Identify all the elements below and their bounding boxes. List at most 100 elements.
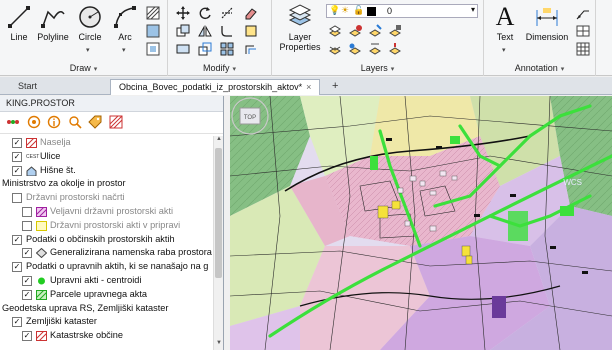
modify-panel-title[interactable]: Modify ▾ [168, 63, 271, 73]
tree-label: Ulice [40, 150, 61, 161]
tree-group-gurs[interactable]: Geodetska uprava RS, Zemljiški kataster [0, 302, 214, 316]
circle-tool-button[interactable]: Circle [74, 4, 106, 42]
text-label: Text [496, 32, 514, 42]
layers-toggle-icon[interactable] [6, 115, 20, 129]
ribbon: Line Polyline Circle ▾ Arc ▾ Draw ▾ Modi… [0, 0, 612, 76]
layer-tool-icon-4[interactable] [388, 24, 402, 38]
scroll-down-arrow[interactable]: ▼ [214, 340, 224, 350]
fillet-icon[interactable] [220, 24, 234, 38]
dimension-tool-button[interactable]: Dimension [522, 4, 572, 42]
checkbox[interactable]: ✓ [22, 275, 32, 286]
checkbox[interactable] [12, 193, 22, 204]
tree-group-ministrstvo[interactable]: Ministrstvo za okolje in prostor [0, 177, 214, 191]
leader-icon[interactable] [576, 6, 590, 20]
layer-tool-icon-7[interactable] [368, 42, 382, 56]
drawing-canvas[interactable]: TOP WCS [230, 96, 612, 350]
arc-dropdown-arrow[interactable]: ▾ [122, 46, 126, 54]
checkbox[interactable]: ✓ [12, 262, 22, 273]
trim-icon[interactable] [220, 6, 234, 20]
tree-item-centroidi[interactable]: ✓ Upravni akti - centroidi [0, 274, 214, 288]
wcs-label[interactable]: WCS [563, 178, 582, 187]
checkbox[interactable]: ✓ [12, 138, 22, 148]
line-label: Line [10, 32, 28, 42]
tree-label: Hišne št. [40, 164, 76, 175]
circle-dropdown-arrow[interactable]: ▾ [86, 46, 90, 54]
layer-tool-icon-3[interactable] [368, 24, 382, 38]
current-layer-value: 0 [387, 6, 393, 16]
tree-item-namenska-raba[interactable]: ✓ Generalizirana namenska raba prostora [0, 246, 214, 260]
tag-icon[interactable] [88, 115, 102, 129]
checkbox[interactable] [22, 206, 32, 217]
line-icon [8, 6, 30, 28]
polyline-tool-button[interactable]: Polyline [34, 4, 72, 42]
text-tool-button[interactable]: A Text [490, 4, 520, 43]
arc-label: Arc [118, 32, 132, 42]
array-icon[interactable] [220, 42, 234, 56]
close-tab-icon[interactable]: × [306, 82, 311, 92]
viewcube-compass[interactable]: TOP [230, 96, 270, 136]
tab-start[interactable]: Start [10, 79, 45, 95]
tree-label: Podatki o občinskih prostorskih aktih [26, 233, 175, 244]
modify-panel: Modify ▾ [168, 0, 272, 76]
checkbox[interactable] [22, 220, 32, 231]
layers-panel-title[interactable]: Layers ▾ [272, 63, 483, 73]
layer-tool-icon-1[interactable] [328, 24, 342, 38]
leader-dropdown-icon[interactable] [576, 24, 590, 38]
tab-drawing[interactable]: Obcina_Bovec_podatki_iz_prostorskih_akto… [110, 79, 321, 95]
layer-properties-label-1: Layer [288, 32, 312, 42]
draw-panel-title[interactable]: Draw ▾ [0, 63, 167, 73]
tree-item-katastrske-obcine[interactable]: ✓ Katastrske občine [0, 329, 214, 343]
tree-item-hisne-st[interactable]: ✓ Hišne št. [0, 164, 214, 178]
info-icon[interactable] [47, 115, 61, 129]
hatch-icon[interactable] [146, 6, 160, 20]
boundary-icon[interactable] [146, 42, 160, 56]
checkbox[interactable]: ✓ [22, 289, 32, 300]
layer-dropdown[interactable]: 💡 ☀ 🔓 0 ▾ [326, 4, 478, 18]
text-dropdown-arrow[interactable]: ▾ [502, 46, 506, 54]
tree-item-obcinski-akti[interactable]: ✓ Podatki o občinskih prostorskih aktih [0, 233, 214, 247]
arc-tool-button[interactable]: Arc [110, 4, 140, 42]
tree-item-veljavni[interactable]: Veljavni državni prostorski akti [0, 205, 214, 219]
scale-icon[interactable] [198, 42, 212, 56]
checkbox[interactable]: ✓ [12, 234, 22, 245]
tree-item-ulice[interactable]: ✓ CEST Ulice [0, 150, 214, 164]
move-icon[interactable] [176, 6, 190, 20]
table-icon[interactable] [576, 42, 590, 56]
checkbox[interactable]: ✓ [12, 165, 22, 176]
layer-tool-icon-2[interactable] [348, 24, 362, 38]
offset-icon[interactable] [244, 42, 258, 56]
rotate-icon[interactable] [198, 6, 212, 20]
search-icon[interactable] [68, 115, 82, 129]
tree-item-zemljiski-kataster[interactable]: ✓ Zemljiški kataster [0, 315, 214, 329]
tree-item-upravni-akti[interactable]: ✓ Podatki o upravnih aktih, ki se nanaša… [0, 260, 214, 274]
copy-icon[interactable] [176, 24, 190, 38]
layer-tool-icon-8[interactable] [388, 42, 402, 56]
layer-tree-panel: KING.PROSTOR ✓ Naselja ✓ CEST Ulice ✓ Hi… [0, 96, 224, 350]
checkbox[interactable]: ✓ [22, 331, 32, 342]
tree-label: Državni prostorski akti v pripravi [50, 219, 181, 230]
tree-item-v-pripravi[interactable]: Državni prostorski akti v pripravi [0, 219, 214, 233]
new-tab-button[interactable]: + [328, 79, 342, 95]
hatch-layer-icon[interactable] [109, 115, 123, 129]
tree-label: Podatki o upravnih aktih, ki se nanašajo… [26, 261, 209, 272]
explode-icon[interactable] [244, 24, 258, 38]
tree-item-parcele[interactable]: ✓ Parcele upravnega akta [0, 288, 214, 302]
checkbox[interactable]: ✓ [12, 317, 22, 328]
checkbox[interactable]: ✓ [12, 151, 22, 162]
scroll-up-arrow[interactable]: ▲ [214, 136, 224, 146]
stretch-icon[interactable] [176, 42, 190, 56]
tree-item-naselja[interactable]: ✓ Naselja [0, 136, 214, 150]
checkbox[interactable]: ✓ [22, 248, 32, 259]
line-tool-button[interactable]: Line [4, 4, 34, 42]
annotation-panel-title[interactable]: Annotation ▾ [484, 63, 595, 73]
tree-scrollbar[interactable]: ▲ ▼ [213, 136, 223, 350]
zoom-icon[interactable] [27, 115, 41, 129]
layer-tool-icon-6[interactable] [348, 42, 362, 56]
mirror-icon[interactable] [198, 24, 212, 38]
layer-properties-button[interactable]: Layer Properties [278, 4, 322, 52]
scrollbar-thumb[interactable] [215, 148, 222, 278]
layer-tool-icon-5[interactable] [328, 42, 342, 56]
tree-item-drzavni-prostorski-nacrti[interactable]: Državni prostorski načrti [0, 191, 214, 205]
erase-icon[interactable] [244, 6, 258, 20]
gradient-icon[interactable] [146, 24, 160, 38]
